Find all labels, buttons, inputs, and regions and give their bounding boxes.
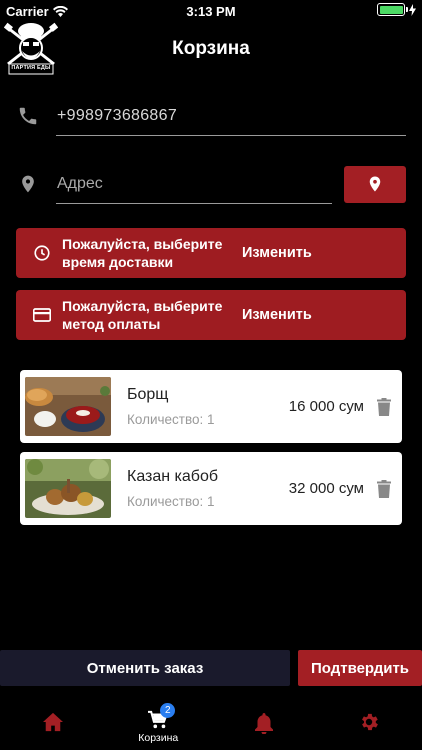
delivery-time-text: Пожалуйста, выберите время доставки	[62, 236, 223, 270]
tab-bar: 2 Корзина	[0, 700, 422, 750]
tab-cart[interactable]: 2 Корзина	[106, 700, 212, 750]
item-info: Борщ Количество: 1	[127, 386, 289, 427]
trash-icon	[377, 397, 391, 416]
tab-notifications[interactable]	[211, 700, 317, 750]
map-location-button[interactable]	[344, 165, 406, 203]
confirm-order-button[interactable]: Подтвердить	[298, 650, 422, 686]
kazan-kabob-image	[25, 459, 111, 518]
cart-item[interactable]: Борщ Количество: 1 16 000 сум	[20, 370, 402, 443]
address-field[interactable]	[56, 164, 332, 204]
item-price: 32 000 сум	[288, 480, 364, 497]
item-info: Казан кабоб Количество: 1	[127, 468, 289, 509]
item-quantity: Количество: 1	[127, 494, 215, 509]
delete-item-button[interactable]	[372, 395, 396, 419]
logo-text: ПАРТИЯ ЕДЫ	[11, 65, 51, 71]
item-name: Борщ	[127, 386, 169, 403]
phone-value: +998973686867	[57, 106, 178, 124]
phone-field[interactable]: +998973686867	[56, 96, 406, 136]
location-pin-icon	[369, 176, 381, 192]
status-bar: Carrier 3:13 PM	[0, 0, 422, 22]
address-row	[16, 164, 406, 204]
borsch-image	[25, 377, 111, 436]
trash-icon	[377, 479, 391, 498]
gear-icon	[362, 713, 379, 731]
delivery-time-selector[interactable]: Пожалуйста, выберите время доставки Изме…	[16, 228, 406, 278]
status-right	[377, 3, 416, 16]
item-name: Казан кабоб	[127, 468, 219, 485]
item-price: 16 000 сум	[288, 398, 364, 415]
clock-icon	[32, 243, 52, 263]
change-delivery-time-button[interactable]: Изменить	[242, 245, 312, 261]
delete-item-button[interactable]	[372, 477, 396, 501]
payment-method-selector[interactable]: Пожалуйста, выберите метод оплаты Измени…	[16, 290, 406, 340]
battery-icon	[377, 3, 408, 16]
home-icon	[42, 712, 63, 732]
change-payment-method-button[interactable]: Изменить	[242, 307, 312, 323]
payment-method-text: Пожалуйста, выберите метод оплаты	[62, 298, 223, 332]
clock: 3:13 PM	[186, 4, 236, 19]
phone-icon	[16, 104, 40, 128]
credit-card-icon	[32, 305, 52, 325]
bell-icon	[254, 713, 273, 734]
cart-item[interactable]: Казан кабоб Количество: 1 32 000 сум	[20, 452, 402, 525]
tab-home[interactable]	[0, 700, 106, 750]
cancel-order-button[interactable]: Отменить заказ	[0, 650, 290, 686]
tab-cart-label: Корзина	[138, 732, 179, 744]
page-title: Корзина	[172, 38, 250, 59]
location-pin-icon	[16, 172, 40, 196]
charging-icon	[409, 3, 416, 16]
tab-settings[interactable]	[317, 700, 422, 750]
address-input[interactable]	[57, 174, 332, 193]
item-quantity: Количество: 1	[127, 412, 215, 427]
cart-count-badge: 2	[160, 703, 176, 718]
phone-row: +998973686867	[16, 96, 406, 136]
